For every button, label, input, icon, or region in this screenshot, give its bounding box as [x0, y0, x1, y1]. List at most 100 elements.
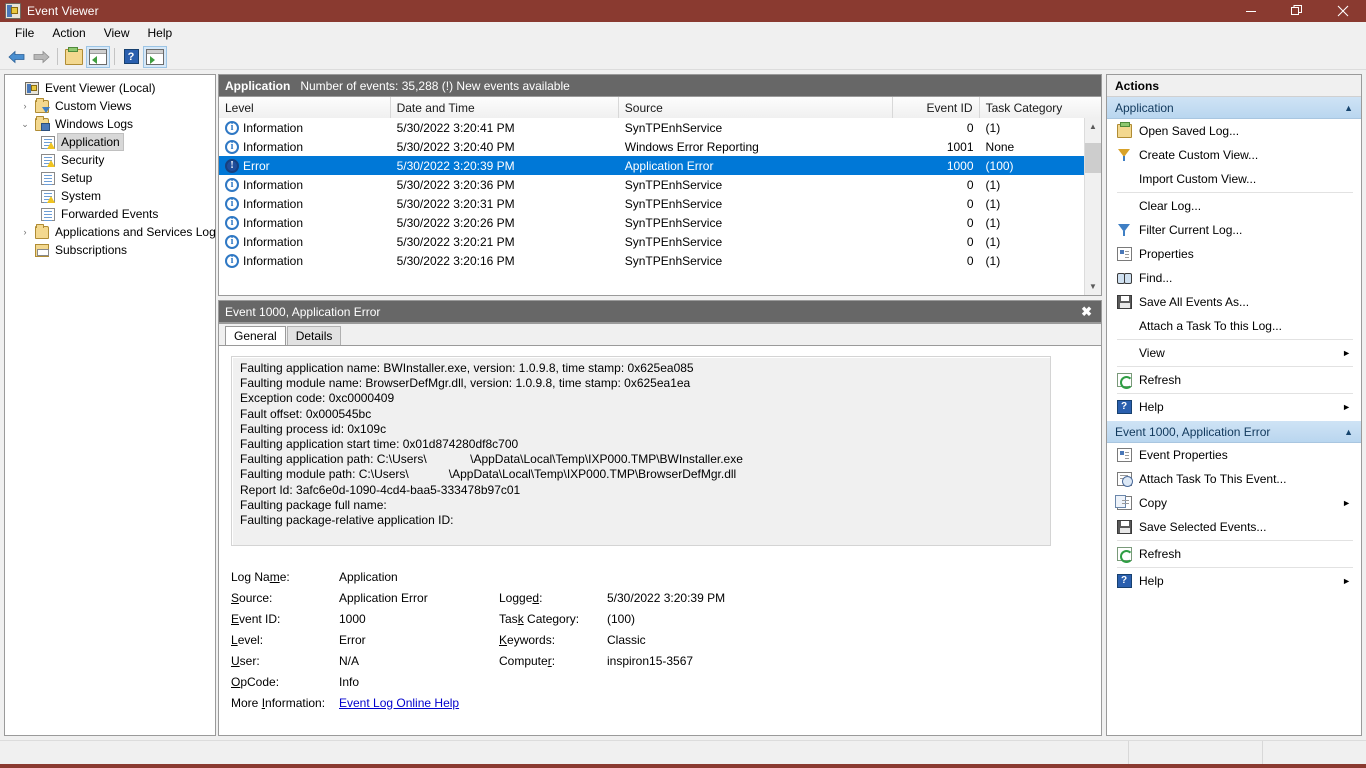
cell-level-text: Information	[243, 234, 304, 249]
sidebar-item-application[interactable]: Application	[5, 133, 215, 151]
meta-user: User: N/A	[231, 650, 499, 671]
meta-value: 5/30/2022 3:20:39 PM	[607, 590, 726, 605]
table-row[interactable]: i Information 5/30/2022 3:20:41 PM SynTP…	[219, 118, 1101, 137]
show-action-pane-icon[interactable]	[143, 45, 167, 68]
meta-label: Keywords:	[499, 632, 556, 647]
close-button[interactable]	[1320, 0, 1366, 22]
event-metadata: Log Name: Application Source: Applicatio…	[231, 566, 1089, 713]
scroll-up-arrow-icon[interactable]: ▲	[1085, 118, 1102, 135]
column-header-task-category[interactable]: Task Category	[979, 97, 1101, 118]
status-cell-left	[0, 741, 1129, 765]
scrollbar-thumb[interactable]	[1084, 143, 1101, 173]
windows-logs-folder-icon	[33, 115, 51, 131]
help-icon	[1113, 400, 1135, 414]
action-properties[interactable]: Properties	[1107, 242, 1361, 266]
action-event-properties[interactable]: Event Properties	[1107, 443, 1361, 467]
sidebar-item-security[interactable]: Security	[5, 151, 215, 169]
event-log-online-help-link[interactable]: Event Log Online Help	[339, 696, 459, 710]
cell-datetime: 5/30/2022 3:20:39 PM	[396, 158, 515, 173]
sidebar-item-system[interactable]: System	[5, 187, 215, 205]
event-list-scrollbar[interactable]: ▲ ▼	[1084, 118, 1101, 295]
column-header-level[interactable]: Level	[219, 97, 391, 118]
sidebar-item-subscriptions[interactable]: Subscriptions	[5, 241, 215, 259]
action-attach-a-task-to-this-log[interactable]: Attach a Task To this Log...	[1107, 314, 1361, 338]
sidebar-item-label: Application	[57, 133, 124, 151]
scrollbar-track[interactable]	[1084, 135, 1101, 278]
column-header-source[interactable]: Source	[618, 97, 894, 118]
event-properties-icon	[1113, 448, 1135, 462]
cell-level: i Information	[219, 213, 391, 232]
action-save-all-events-as[interactable]: Save All Events As...	[1107, 290, 1361, 314]
back-arrow-icon[interactable]	[5, 46, 29, 68]
chevron-up-icon[interactable]: ▲	[1344, 427, 1353, 437]
open-folder-icon[interactable]	[62, 46, 86, 68]
sidebar-item-setup[interactable]: Setup	[5, 169, 215, 187]
action-refresh[interactable]: Refresh	[1107, 368, 1361, 392]
action-filter-current-log[interactable]: Filter Current Log...	[1107, 218, 1361, 242]
action-save-selected-events[interactable]: Save Selected Events...	[1107, 515, 1361, 539]
table-row[interactable]: i Information 5/30/2022 3:20:36 PM SynTP…	[219, 175, 1101, 194]
tab-details[interactable]: Details	[286, 326, 342, 345]
help-icon[interactable]	[119, 46, 143, 68]
meta-value: Application Error	[339, 590, 428, 605]
table-row[interactable]: i Information 5/30/2022 3:20:21 PM SynTP…	[219, 232, 1101, 251]
list-pane-subtitle: Number of events: 35,288 (!) New events …	[300, 78, 570, 93]
menu-file[interactable]: File	[6, 23, 43, 43]
action-help[interactable]: Help ►	[1107, 395, 1361, 419]
window-title: Event Viewer	[27, 4, 99, 18]
sidebar-item-event-viewer-local[interactable]: Event Viewer (Local)	[5, 79, 215, 97]
filter-icon	[1113, 223, 1135, 237]
table-row[interactable]: i Information 5/30/2022 3:20:31 PM SynTP…	[219, 194, 1101, 213]
create-custom-view-icon	[1113, 148, 1135, 162]
scroll-down-arrow-icon[interactable]: ▼	[1085, 278, 1102, 295]
chevron-up-icon[interactable]: ▲	[1344, 103, 1353, 113]
menu-action[interactable]: Action	[43, 23, 94, 43]
action-copy[interactable]: Copy ►	[1107, 491, 1361, 515]
table-row[interactable]: i Information 5/30/2022 3:20:16 PM SynTP…	[219, 251, 1101, 270]
cell-level-text: Information	[243, 120, 304, 135]
chevron-right-icon[interactable]: ›	[17, 227, 33, 237]
sidebar-item-applications-and-services-logs[interactable]: › Applications and Services Logs	[5, 223, 215, 241]
table-row[interactable]: ! Error 5/30/2022 3:20:39 PM Application…	[219, 156, 1101, 175]
tab-general[interactable]: General	[225, 326, 286, 345]
action-create-custom-view[interactable]: Create Custom View...	[1107, 143, 1361, 167]
column-header-event-id[interactable]: Event ID	[893, 97, 980, 118]
action-clear-log[interactable]: Clear Log...	[1107, 194, 1361, 218]
open-saved-log-icon	[1113, 122, 1135, 138]
action-label: Attach a Task To this Log...	[1139, 319, 1282, 333]
action-attach-task-to-this-event[interactable]: Attach Task To This Event...	[1107, 467, 1361, 491]
cell-level: i Information	[219, 137, 391, 156]
action-open-saved-log[interactable]: Open Saved Log...	[1107, 119, 1361, 143]
sidebar-item-label: Security	[61, 153, 105, 167]
sidebar-item-custom-views[interactable]: › Custom Views	[5, 97, 215, 115]
sidebar-item-forwarded-events[interactable]: Forwarded Events	[5, 205, 215, 223]
close-icon[interactable]: ✖	[1078, 304, 1095, 320]
actions-group-event-header[interactable]: Event 1000, Application Error ▲	[1107, 421, 1361, 443]
forward-arrow-icon[interactable]	[29, 46, 53, 68]
actions-pane: Actions Application ▲ Open Saved Log... …	[1106, 74, 1362, 736]
show-tree-icon[interactable]	[86, 45, 110, 68]
submenu-arrow-icon: ►	[1342, 348, 1351, 358]
restore-button[interactable]	[1274, 0, 1320, 22]
chevron-down-icon[interactable]: ⌄	[17, 119, 33, 130]
error-icon: !	[225, 158, 239, 173]
sidebar-item-windows-logs[interactable]: ⌄ Windows Logs	[5, 115, 215, 133]
actions-group-application-header[interactable]: Application ▲	[1107, 97, 1361, 119]
help-icon	[1113, 574, 1135, 588]
action-find[interactable]: Find...	[1107, 266, 1361, 290]
table-row[interactable]: i Information 5/30/2022 3:20:40 PM Windo…	[219, 137, 1101, 156]
meta-logged: Logged: 5/30/2022 3:20:39 PM	[499, 587, 799, 608]
action-refresh-event[interactable]: Refresh	[1107, 542, 1361, 566]
action-view[interactable]: View ►	[1107, 341, 1361, 365]
column-header-date-and-time[interactable]: Date and Time	[390, 97, 619, 118]
action-help-event[interactable]: Help ►	[1107, 569, 1361, 593]
table-row[interactable]: i Information 5/30/2022 3:20:26 PM SynTP…	[219, 213, 1101, 232]
submenu-arrow-icon: ►	[1342, 402, 1351, 412]
menu-view[interactable]: View	[95, 23, 139, 43]
minimize-button[interactable]	[1228, 0, 1274, 22]
setup-log-icon	[39, 171, 57, 185]
action-import-custom-view[interactable]: Import Custom View...	[1107, 167, 1361, 191]
chevron-right-icon[interactable]: ›	[17, 101, 33, 111]
menu-help[interactable]: Help	[139, 23, 182, 43]
toolbar-separator	[57, 48, 58, 65]
